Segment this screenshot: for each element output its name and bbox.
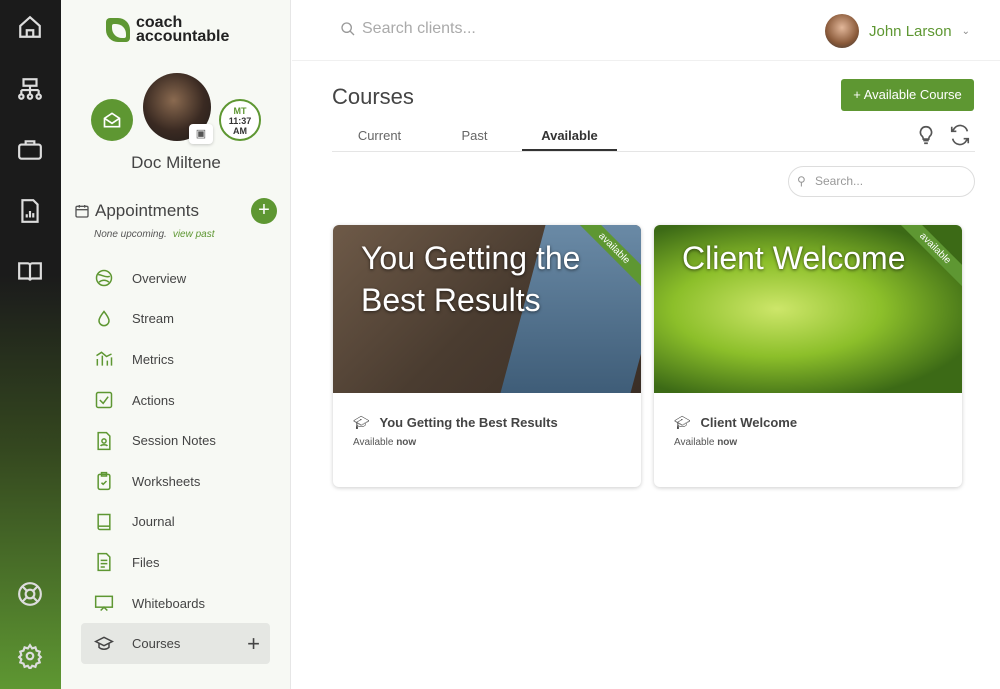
page-title: Courses (332, 84, 414, 109)
sidebar-item-worksheets[interactable]: Worksheets (81, 461, 270, 502)
course-title: 🎓︎ You Getting the Best Results (353, 415, 558, 431)
chevron-down-icon: ⌄ (961, 25, 970, 37)
overview-icon (95, 270, 113, 287)
appointments-title: Appointments (95, 201, 199, 220)
none-upcoming: None upcoming. (94, 229, 167, 240)
user-name: John Larson (869, 22, 952, 40)
course-availability: Available now (353, 437, 416, 448)
clipboard-check-icon (97, 472, 111, 491)
session-notes-icon (97, 431, 111, 450)
course-title: 🎓︎ Client Welcome (674, 415, 797, 431)
org-chart-icon[interactable] (17, 76, 43, 102)
sidebar-item-metrics[interactable]: Metrics (81, 339, 270, 380)
availability-when: now (717, 437, 738, 448)
drop-icon (98, 310, 110, 327)
course-image: You Getting the Best Results available (333, 225, 641, 393)
client-search[interactable]: Search clients... (340, 20, 476, 38)
client-name: Doc Miltene (131, 153, 221, 172)
search-icon (341, 22, 355, 36)
sidebar-item-label: Files (132, 554, 160, 570)
course-image-title: Client Welcome (682, 240, 906, 276)
file-icon (97, 553, 111, 572)
graduation-cap-icon (94, 636, 114, 650)
client-sidebar: coach accountable ▣ MT 11:37 AM Doc Milten… (61, 0, 291, 689)
course-search-placeholder: Search... (815, 174, 864, 188)
logo-text: coach accountable (136, 14, 230, 45)
sidebar-item-label: Courses (132, 636, 181, 652)
refresh-icon[interactable] (949, 124, 971, 146)
briefcase-icon[interactable] (17, 137, 43, 163)
course-availability: Available now (674, 437, 737, 448)
journal-icon (97, 513, 111, 531)
report-icon[interactable] (17, 198, 43, 224)
gear-icon[interactable] (17, 643, 43, 671)
sidebar-item-label: Session Notes (132, 433, 216, 449)
sidebar-item-label: Journal (132, 514, 175, 530)
sidebar-item-label: Metrics (132, 351, 174, 367)
sidebar-item-label: Whiteboards (132, 595, 205, 611)
availability-when: now (396, 437, 417, 448)
book-icon[interactable] (17, 259, 43, 285)
course-title-text: Client Welcome (700, 415, 798, 430)
add-course-icon[interactable]: + (247, 631, 260, 657)
lightbulb-icon[interactable] (915, 124, 937, 146)
add-available-course-button[interactable]: + Available Course (841, 79, 974, 111)
header-divider (292, 60, 1000, 61)
checkbox-icon (95, 391, 113, 409)
course-image: Client Welcome available (654, 225, 962, 393)
tab-current[interactable]: Current (332, 122, 427, 151)
add-appointment-button[interactable]: + (251, 198, 277, 224)
client-nav: Overview Stream Metrics Actions Session … (81, 258, 270, 664)
nav-rail (0, 0, 61, 689)
whiteboard-icon (94, 595, 114, 612)
toolbar-icons (915, 124, 971, 146)
course-image-title: You Getting the Best Results (361, 240, 581, 318)
user-menu[interactable]: John Larson ⌄ (825, 14, 970, 48)
sidebar-item-label: Stream (132, 311, 174, 327)
course-card[interactable]: You Getting the Best Results available 🎓︎… (333, 225, 641, 487)
course-card[interactable]: Client Welcome available 🎓︎ Client Welcome… (654, 225, 962, 487)
sidebar-item-actions[interactable]: Actions (81, 380, 270, 421)
clock-time: 11:37 (228, 116, 252, 126)
sidebar-item-journal[interactable]: Journal (81, 502, 270, 543)
appointments-status: None upcoming. view past (94, 229, 215, 240)
metrics-icon (96, 351, 113, 367)
home-icon[interactable] (17, 14, 43, 40)
graduation-cap-icon: 🎓︎ (674, 415, 691, 430)
graduation-cap-icon: 🎓︎ (353, 415, 370, 430)
tab-available[interactable]: Available (522, 122, 617, 151)
sidebar-item-courses[interactable]: Courses + (81, 623, 270, 664)
course-title-text: You Getting the Best Results (379, 415, 558, 430)
message-button[interactable] (91, 99, 133, 141)
course-tabs: Current Past Available (332, 122, 975, 152)
lifebuoy-icon[interactable] (17, 581, 43, 607)
sidebar-item-label: Overview (132, 270, 187, 286)
logo-mark (106, 18, 130, 42)
clock-ampm: AM (233, 126, 247, 136)
clock-timezone: MT (233, 106, 247, 116)
client-clock: MT 11:37 AM (219, 99, 261, 141)
search-placeholder: Search clients... (362, 20, 476, 37)
course-search-input[interactable]: ⚲ Search... (788, 166, 975, 197)
availability-label: Available (353, 437, 394, 448)
calendar-icon (75, 205, 89, 218)
tab-past[interactable]: Past (427, 122, 522, 151)
user-avatar (825, 14, 859, 48)
availability-label: Available (674, 437, 715, 448)
search-icon: ⚲ (797, 174, 806, 188)
sidebar-item-stream[interactable]: Stream (81, 299, 270, 340)
sidebar-item-files[interactable]: Files (81, 542, 270, 583)
logo[interactable]: coach accountable (106, 14, 246, 45)
id-card-icon[interactable]: ▣ (189, 124, 213, 144)
view-past-link[interactable]: view past (173, 229, 215, 240)
sidebar-item-whiteboards[interactable]: Whiteboards (81, 583, 270, 624)
appointments-heading: Appointments (74, 201, 199, 221)
sidebar-item-label: Actions (132, 392, 175, 408)
sidebar-item-session-notes[interactable]: Session Notes (81, 420, 270, 461)
envelope-icon (103, 112, 121, 128)
sidebar-item-overview[interactable]: Overview (81, 258, 270, 299)
sidebar-item-label: Worksheets (132, 473, 201, 489)
